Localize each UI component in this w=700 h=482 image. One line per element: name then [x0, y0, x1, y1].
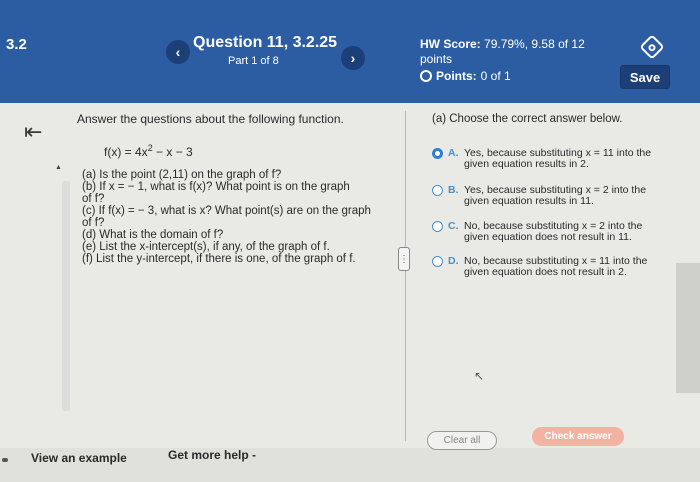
hw-points-word: points	[420, 52, 453, 66]
answer-prompt: (a) Choose the correct answer below.	[432, 113, 623, 125]
question-part-line: (b) If x = − 1, what is f(x)? What point…	[82, 181, 350, 193]
hw-score-value: 79.79%, 9.58 of 12	[484, 37, 585, 51]
radio-icon[interactable]	[432, 185, 443, 196]
option-line-2: given equation results in 11.	[464, 195, 594, 207]
question-part-line: of f?	[82, 217, 105, 229]
next-question-button[interactable]: ›	[341, 46, 365, 70]
option-line-2: given equation does not result in 11.	[464, 231, 632, 243]
question-points: Points: 0 of 1	[420, 69, 511, 83]
content-area: ⇤ ▲ Answer the questions about the follo…	[0, 103, 700, 448]
chevron-right-icon: ›	[350, 50, 356, 66]
hw-score: HW Score: 79.79%, 9.58 of 12	[420, 37, 585, 51]
right-edge-panel	[676, 263, 700, 393]
header-bar: 3.2 ‹ Question 11, 3.2.25 Part 1 of 8 › …	[0, 0, 700, 103]
check-answer-button[interactable]: Check answer	[532, 427, 624, 446]
option-text: Yes, because substituting x = 11 into th…	[464, 148, 672, 170]
question-part-line: (d) What is the domain of f?	[82, 229, 224, 241]
radio-icon[interactable]	[432, 256, 443, 267]
bottom-indicator	[2, 458, 8, 462]
question-instructions: Answer the questions about the following…	[77, 112, 344, 126]
option-text: No, because substituting x = 11 into the…	[464, 256, 672, 278]
answer-option-c[interactable]: C. No, because substituting x = 2 into t…	[432, 221, 672, 243]
question-parts-list: (a) Is the point (2,11) on the graph of …	[82, 169, 382, 265]
get-more-help-link[interactable]: Get more help -	[168, 448, 256, 462]
option-letter: B.	[448, 184, 459, 196]
scroll-up-arrow-icon[interactable]: ▲	[55, 164, 62, 171]
previous-question-button[interactable]: ‹	[166, 40, 190, 64]
option-letter: D.	[448, 255, 459, 267]
pane-resize-handle[interactable]: ⋮	[398, 247, 410, 271]
question-part-line: (e) List the x-intercept(s), if any, of …	[82, 241, 330, 253]
function-definition: f(x) = 4x2 − x − 3	[104, 143, 193, 159]
save-button[interactable]: Save	[620, 65, 670, 89]
radio-icon[interactable]	[432, 221, 443, 232]
radio-selected-icon[interactable]	[432, 148, 443, 159]
option-letter: A.	[448, 147, 459, 159]
hw-score-label: HW Score:	[420, 37, 481, 51]
option-text: Yes, because substituting x = 2 into the…	[464, 185, 672, 207]
function-right: − x − 3	[152, 145, 193, 159]
answer-option-b[interactable]: B. Yes, because substituting x = 2 into …	[432, 185, 672, 207]
question-part: Part 1 of 8	[228, 55, 279, 67]
left-pane-scrollbar[interactable]	[62, 181, 70, 411]
question-part-line: (a) Is the point (2,11) on the graph of …	[82, 169, 282, 181]
settings-icon[interactable]	[639, 34, 665, 60]
option-letter: C.	[448, 220, 459, 232]
answer-option-d[interactable]: D. No, because substituting x = 11 into …	[432, 256, 672, 278]
points-circle-icon	[420, 70, 432, 82]
option-line-2: given equation does not result in 2.	[464, 266, 627, 278]
collapse-left-icon[interactable]: ⇤	[24, 119, 42, 145]
view-example-link[interactable]: View an example	[31, 451, 127, 465]
points-label: Points:	[436, 69, 477, 83]
option-line-2: given equation results in 2.	[464, 158, 589, 170]
question-title: Question 11, 3.2.25	[193, 34, 338, 51]
points-value: 0 of 1	[480, 69, 511, 83]
chevron-left-icon: ‹	[175, 44, 181, 60]
option-text: No, because substituting x = 2 into the …	[464, 221, 672, 243]
clear-all-button[interactable]: Clear all	[427, 431, 497, 450]
question-part-line: of f?	[82, 193, 105, 205]
question-part-line: (f) List the y-intercept, if there is on…	[82, 253, 356, 265]
pane-divider	[405, 111, 406, 441]
question-part-line: (c) If f(x) = − 3, what is x? What point…	[82, 205, 371, 217]
section-label: 3.2	[6, 36, 27, 53]
answer-option-a[interactable]: A. Yes, because substituting x = 11 into…	[432, 148, 672, 170]
mouse-cursor-icon: ↖	[474, 369, 485, 383]
function-left: f(x) = 4x	[104, 145, 148, 159]
